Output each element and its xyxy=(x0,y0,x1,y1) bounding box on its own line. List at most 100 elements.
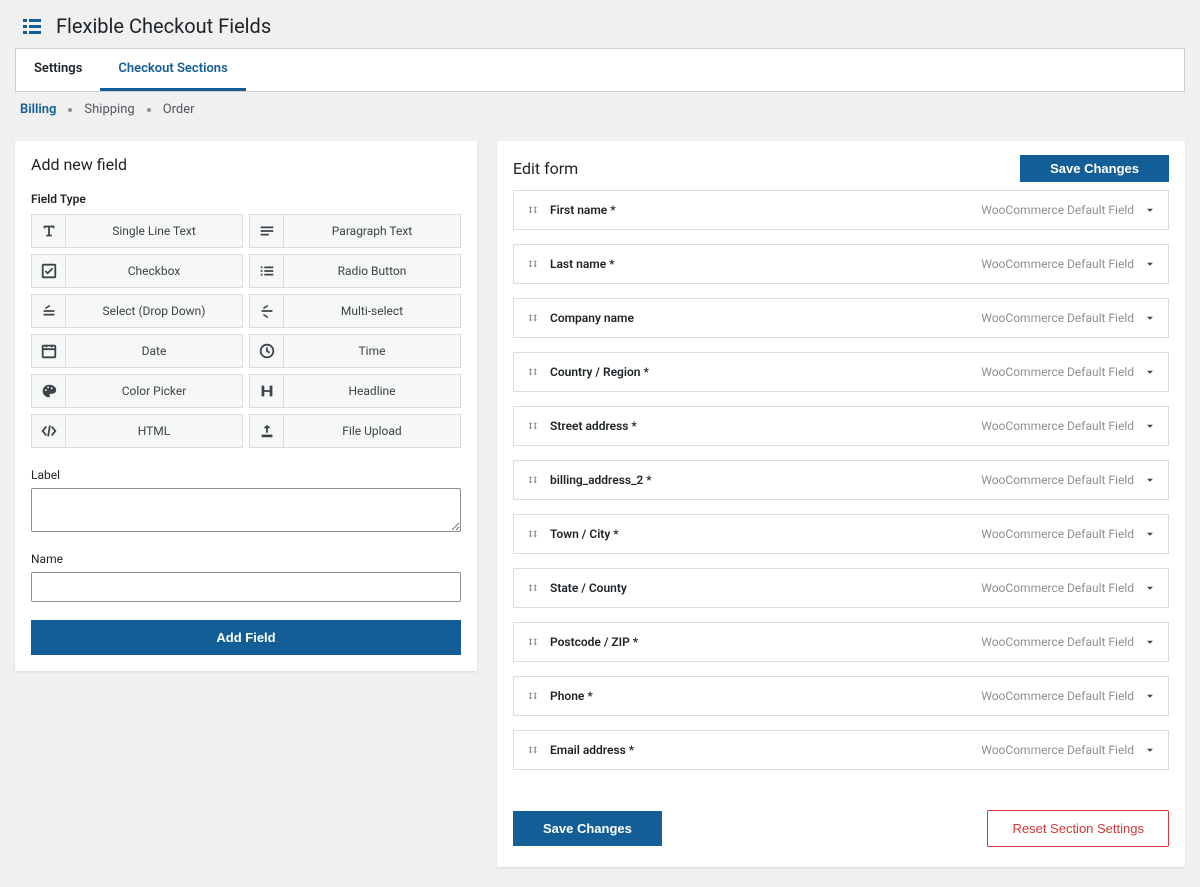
field-type-select-drop-down-[interactable]: Select (Drop Down) xyxy=(31,294,243,328)
drag-handle-icon[interactable] xyxy=(526,581,540,595)
label-input[interactable] xyxy=(31,488,461,532)
field-type-single-line-text[interactable]: Single Line Text xyxy=(31,214,243,248)
caret-down-icon[interactable] xyxy=(1144,636,1156,648)
text-icon xyxy=(32,215,66,247)
field-badge: WooCommerce Default Field xyxy=(981,419,1134,433)
field-name: State / County xyxy=(550,581,971,595)
field-row[interactable]: Company name WooCommerce Default Field xyxy=(513,298,1169,338)
field-type-file-upload[interactable]: File Upload xyxy=(249,414,461,448)
field-name: Last name * xyxy=(550,257,971,271)
edit-panel-title: Edit form xyxy=(513,159,578,178)
checkbox-icon xyxy=(32,255,66,287)
heading-icon xyxy=(250,375,284,407)
field-row[interactable]: First name *WooCommerce Default Field xyxy=(513,190,1169,230)
field-badge: WooCommerce Default Field xyxy=(981,527,1134,541)
label-field-label: Label xyxy=(31,468,461,482)
page-title: Flexible Checkout Fields xyxy=(56,14,271,38)
subnav: Billing Shipping Order xyxy=(0,92,1200,121)
name-field-label: Name xyxy=(31,552,461,566)
field-badge: WooCommerce Default Field xyxy=(981,203,1134,217)
field-row[interactable]: State / CountyWooCommerce Default Field xyxy=(513,568,1169,608)
field-name: Postcode / ZIP * xyxy=(550,635,971,649)
field-row[interactable]: Email address * WooCommerce Default Field xyxy=(513,730,1169,770)
subnav-shipping[interactable]: Shipping xyxy=(84,102,134,117)
field-type-label: Field Type xyxy=(15,182,477,214)
field-type-date[interactable]: Date xyxy=(31,334,243,368)
caret-down-icon[interactable] xyxy=(1144,582,1156,594)
field-name: Email address * xyxy=(550,743,971,757)
subnav-separator xyxy=(147,108,151,112)
field-name: Country / Region * xyxy=(550,365,971,379)
multiselect-icon xyxy=(250,295,284,327)
field-type-headline[interactable]: Headline xyxy=(249,374,461,408)
field-type-html[interactable]: HTML xyxy=(31,414,243,448)
field-badge: WooCommerce Default Field xyxy=(981,473,1134,487)
caret-down-icon[interactable] xyxy=(1144,366,1156,378)
field-row[interactable]: Last name * WooCommerce Default Field xyxy=(513,244,1169,284)
subnav-order[interactable]: Order xyxy=(163,102,195,117)
calendar-icon xyxy=(32,335,66,367)
field-type-label: Color Picker xyxy=(66,384,242,398)
drag-handle-icon[interactable] xyxy=(526,203,540,217)
clock-icon xyxy=(250,335,284,367)
palette-icon xyxy=(32,375,66,407)
save-changes-bottom-button[interactable]: Save Changes xyxy=(513,811,662,846)
tabs-bar: SettingsCheckout Sections xyxy=(15,48,1185,92)
field-type-label: Date xyxy=(66,344,242,358)
field-badge: WooCommerce Default Field xyxy=(981,689,1134,703)
field-type-color-picker[interactable]: Color Picker xyxy=(31,374,243,408)
caret-down-icon[interactable] xyxy=(1144,258,1156,270)
field-row[interactable]: Postcode / ZIP * WooCommerce Default Fiel… xyxy=(513,622,1169,662)
field-name: billing_address_2 * xyxy=(550,473,971,487)
field-type-label: HTML xyxy=(66,424,242,438)
field-row[interactable]: Town / City *WooCommerce Default Field xyxy=(513,514,1169,554)
drag-handle-icon[interactable] xyxy=(526,743,540,757)
field-type-label: Multi-select xyxy=(284,304,460,318)
field-row[interactable]: Street address *WooCommerce Default Fiel… xyxy=(513,406,1169,446)
save-changes-top-button[interactable]: Save Changes xyxy=(1020,155,1169,182)
tab-settings[interactable]: Settings xyxy=(16,49,100,91)
add-field-button[interactable]: Add Field xyxy=(31,620,461,655)
field-badge: WooCommerce Default Field xyxy=(981,635,1134,649)
tab-checkout-sections[interactable]: Checkout Sections xyxy=(100,49,245,91)
field-type-time[interactable]: Time xyxy=(249,334,461,368)
upload-icon xyxy=(250,415,284,447)
field-type-label: Select (Drop Down) xyxy=(66,304,242,318)
drag-handle-icon[interactable] xyxy=(526,311,540,325)
caret-down-icon[interactable] xyxy=(1144,312,1156,324)
field-type-label: Radio Button xyxy=(284,264,460,278)
field-type-paragraph-text[interactable]: Paragraph Text xyxy=(249,214,461,248)
caret-down-icon[interactable] xyxy=(1144,690,1156,702)
caret-down-icon[interactable] xyxy=(1144,474,1156,486)
edit-form-panel: Edit form Save Changes First name *WooCo… xyxy=(497,141,1185,867)
caret-down-icon[interactable] xyxy=(1144,420,1156,432)
field-badge: WooCommerce Default Field xyxy=(981,311,1134,325)
field-type-label: Single Line Text xyxy=(66,224,242,238)
drag-handle-icon[interactable] xyxy=(526,527,540,541)
field-name: Company name xyxy=(550,311,971,325)
add-panel-title: Add new field xyxy=(31,155,127,174)
field-type-checkbox[interactable]: Checkbox xyxy=(31,254,243,288)
field-type-multi-select[interactable]: Multi-select xyxy=(249,294,461,328)
caret-down-icon[interactable] xyxy=(1144,204,1156,216)
reset-section-button[interactable]: Reset Section Settings xyxy=(987,810,1169,847)
field-row[interactable]: Phone *WooCommerce Default Field xyxy=(513,676,1169,716)
drag-handle-icon[interactable] xyxy=(526,473,540,487)
field-badge: WooCommerce Default Field xyxy=(981,365,1134,379)
drag-handle-icon[interactable] xyxy=(526,257,540,271)
caret-down-icon[interactable] xyxy=(1144,744,1156,756)
field-badge: WooCommerce Default Field xyxy=(981,743,1134,757)
field-badge: WooCommerce Default Field xyxy=(981,257,1134,271)
subnav-billing[interactable]: Billing xyxy=(20,102,56,117)
logo-icon xyxy=(20,14,44,38)
drag-handle-icon[interactable] xyxy=(526,635,540,649)
drag-handle-icon[interactable] xyxy=(526,365,540,379)
field-type-label: Time xyxy=(284,344,460,358)
name-input[interactable] xyxy=(31,572,461,602)
field-type-radio-button[interactable]: Radio Button xyxy=(249,254,461,288)
field-row[interactable]: Country / Region * WooCommerce Default Fi… xyxy=(513,352,1169,392)
drag-handle-icon[interactable] xyxy=(526,689,540,703)
field-row[interactable]: billing_address_2 * WooCommerce Default F… xyxy=(513,460,1169,500)
caret-down-icon[interactable] xyxy=(1144,528,1156,540)
drag-handle-icon[interactable] xyxy=(526,419,540,433)
